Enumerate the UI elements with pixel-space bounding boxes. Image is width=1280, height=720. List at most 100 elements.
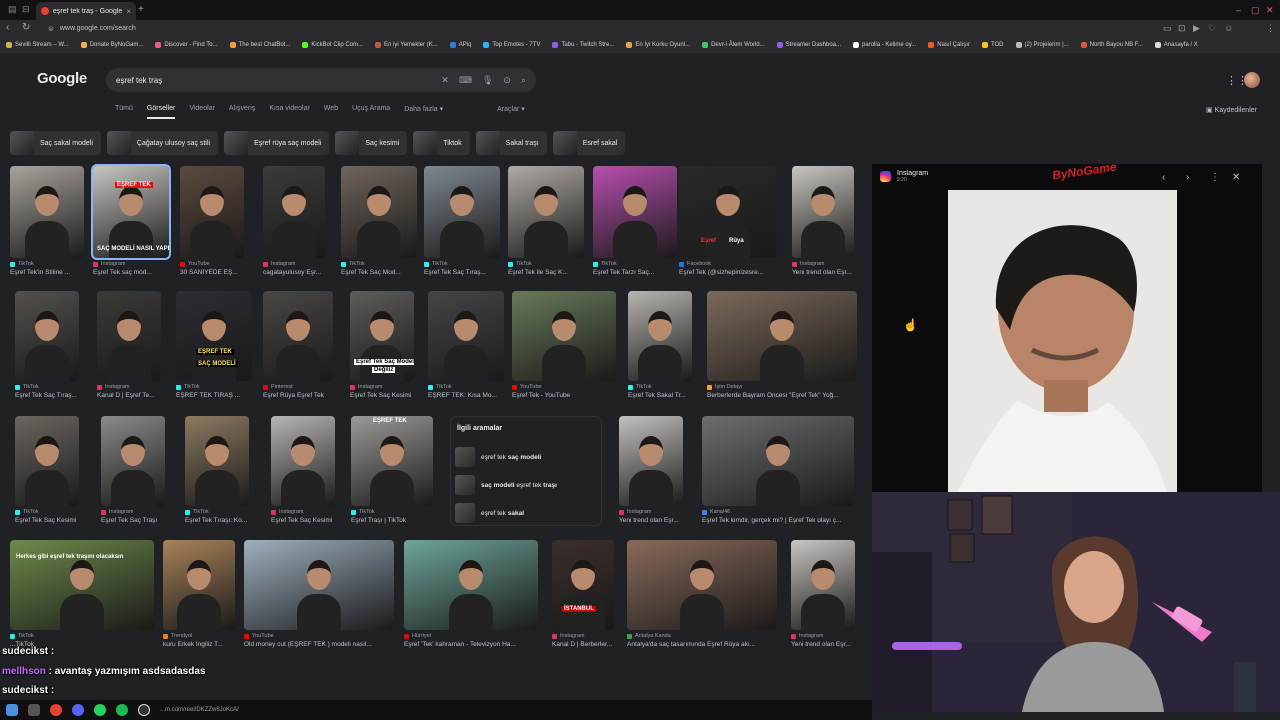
result-caption[interactable]: Eşref Tek'in Stiline ... [10,269,84,276]
next-icon[interactable]: › [1186,172,1189,183]
image-result[interactable]: Instagram Kanal D | Eşref Te... [97,291,161,403]
result-caption[interactable]: Yeni trend olan Eşr... [791,641,855,648]
bookmark-item[interactable]: Streamer Dashboa... [776,42,841,48]
suggestion-chip[interactable]: Tiktok [413,131,470,155]
extension-icon-1[interactable]: ▭ [1163,23,1172,34]
result-thumbnail[interactable] [593,166,677,258]
result-caption[interactable]: Antalya'da saç tasarımında Eşref Rüya ak… [627,641,777,648]
result-thumbnail[interactable] [341,166,417,258]
result-thumbnail[interactable]: Eşref Tek Saç Modeli Nasıl Değiliz [350,291,414,381]
saved-link[interactable]: ▣ Kaydedilenler [1206,106,1257,114]
tab-group-icon[interactable]: ⊟ [22,4,30,15]
extension-icon-2[interactable]: ⊡ [1178,23,1186,34]
google-logo[interactable]: Google [37,70,87,87]
image-result[interactable]: Instagram Eşref Tek Saç Kesimi [271,416,335,528]
bookmark-item[interactable]: En İyi Korku Oyunl... [626,42,690,48]
bookmark-item[interactable]: TOD [981,42,1004,48]
result-caption[interactable]: EŞREF TEK TIRAŞ ... [176,392,252,399]
image-result[interactable]: Hürriyet Eşref 'Tek' kahraman - Televizyo… [404,540,538,652]
result-caption[interactable]: Eşref Tek ile Saç K... [508,269,584,276]
menu-icon[interactable]: ⋮ [1266,23,1275,34]
bookmark-item[interactable]: parolla - Kelime oy... [853,42,916,48]
result-thumbnail[interactable] [263,291,333,381]
related-item[interactable]: eşref tek sakal [455,501,599,525]
result-caption[interactable]: Eşref 'Tek' kahraman - Televizyon Ha... [404,641,538,648]
result-thumbnail[interactable]: EŞREF TEK SAÇ MODELİ [176,291,252,381]
image-result[interactable]: TikTok Eşref Tek Sakal Tr... [628,291,692,403]
clear-icon[interactable]: ✕ [441,75,449,86]
result-thumbnail[interactable]: EŞREF TEK [351,416,433,506]
search-tab[interactable]: Videolar [189,105,215,119]
image-result[interactable]: YouTube Old money cut (EŞREF TEK ) modeli… [244,540,394,652]
bookmark-item[interactable]: KickBot Clip Com... [302,42,363,48]
image-result[interactable]: TikTok Eşref Tek Saç Tıraş... [15,291,79,403]
related-item[interactable]: saç modeli eşref tek traşı [455,473,599,497]
result-thumbnail[interactable] [15,416,79,506]
minimize-button[interactable]: – [1236,5,1241,15]
search-tab[interactable]: Araçlar ▾ [497,105,525,119]
result-caption[interactable]: Eşref Tek Saç Traşı [101,517,165,524]
result-caption[interactable]: Yeni trend olan Eşr... [792,269,854,276]
result-thumbnail[interactable] [404,540,538,630]
image-result[interactable]: TikTok EŞREF TEK: Kısa Mo... [428,291,504,403]
image-result[interactable]: TikTok Eşref Tek Saç Kesimi [15,416,79,528]
result-caption[interactable]: Eşref Tek Tarzı Saç... [593,269,677,276]
result-caption[interactable]: Old money cut (EŞREF TEK ) modeli nasıl.… [244,641,394,648]
result-caption[interactable]: Eşref Tek saç mod... [93,269,169,276]
image-result[interactable]: İşim Detayı Berberlerde Bayram Öncesi "Eş… [707,291,857,403]
search-input[interactable]: eşref tek traş [116,76,431,85]
result-caption[interactable]: Kanal D | Eşref Te... [97,392,161,399]
close-tab-icon[interactable]: × [126,7,131,16]
bookmark-item[interactable]: Devr-i Âlem World... [702,42,765,48]
result-caption[interactable]: kuru Erkek İngiliz T... [163,641,235,648]
suggestion-chip[interactable]: Saç sakal modeli [10,131,101,155]
result-thumbnail[interactable] [163,540,235,630]
bookmark-item[interactable]: Discover - Find To... [155,42,218,48]
image-result[interactable]: YouTube 30 SANİYEDE EŞ... [180,166,244,280]
result-thumbnail[interactable] [101,416,165,506]
bookmark-item[interactable]: Tabu - Twitch Stre... [552,42,614,48]
suggestion-chip[interactable]: Sakal traşı [475,131,547,155]
image-result[interactable]: Trendyol kuru Erkek İngiliz T... [163,540,235,652]
profile-icon[interactable]: ☺ [1224,23,1233,33]
image-result[interactable]: TikTok Eşref Tek Tarzı Saç... [593,166,677,280]
search-tab[interactable]: Kısa videolar [269,105,309,119]
image-result[interactable]: EŞREF TEK SAÇ MODELİ TikTok EŞREF TEK TIRAŞ… [176,291,252,403]
search-tab[interactable]: Tümü [115,105,133,119]
bookmark-item[interactable]: (2) Projelerim |... [1015,42,1069,48]
taskbar-obs-icon[interactable] [138,704,150,716]
suggestion-chip[interactable]: Saç kesimi [335,131,408,155]
result-thumbnail[interactable] [185,416,249,506]
result-caption[interactable]: Eşref Traşı | TikTok [351,517,433,524]
suggestion-chip[interactable]: Eşref rüya saç modeli [224,131,330,155]
bookmark-item[interactable]: Anasayfa / X [1154,42,1198,48]
bookmark-item[interactable]: Sevilli Stream – W... [6,42,69,48]
search-icon[interactable]: ⌕ [521,75,526,86]
result-thumbnail[interactable] [512,291,616,381]
image-result[interactable]: Eşref Tek Saç Modeli Nasıl Değiliz Instagr… [350,291,414,403]
result-thumbnail[interactable] [10,166,84,258]
bookmark-item[interactable]: Donate ByNoGam... [80,42,143,48]
result-caption[interactable]: Eşref Tek Saç Kesimi [350,392,414,399]
account-avatar[interactable] [1244,72,1260,88]
preview-image[interactable] [948,190,1177,492]
result-thumbnail[interactable] [619,416,683,506]
image-result[interactable]: Instagram cagatayulusoy Eşr... [263,166,325,280]
reload-icon[interactable]: ↻ [22,22,30,33]
result-caption[interactable]: Eşref Tek Saç Kesimi [15,517,79,524]
result-caption[interactable]: Eşref Rüya Eşref Tek [263,392,333,399]
result-caption[interactable]: cagatayulusoy Eşr... [263,269,325,276]
search-tab[interactable]: Alışveriş [229,105,255,119]
result-thumbnail[interactable] [702,416,854,506]
result-caption[interactable]: Eşref Tek - YouTube [512,392,616,399]
close-window-button[interactable]: ✕ [1266,5,1274,16]
start-icon[interactable] [6,704,18,716]
result-thumbnail[interactable] [15,291,79,381]
taskbar-search-icon[interactable] [28,704,40,716]
image-result[interactable]: Instagram Yeni trend olan Eşr... [619,416,683,528]
related-item[interactable]: eşref tek saç modeli [455,445,599,469]
result-thumbnail[interactable]: Eşref Rüya [679,166,777,258]
result-thumbnail[interactable] [627,540,777,630]
result-thumbnail[interactable] [271,416,335,506]
image-result[interactable]: TikTok Eşref Tek Saç Tıraş... [424,166,500,280]
